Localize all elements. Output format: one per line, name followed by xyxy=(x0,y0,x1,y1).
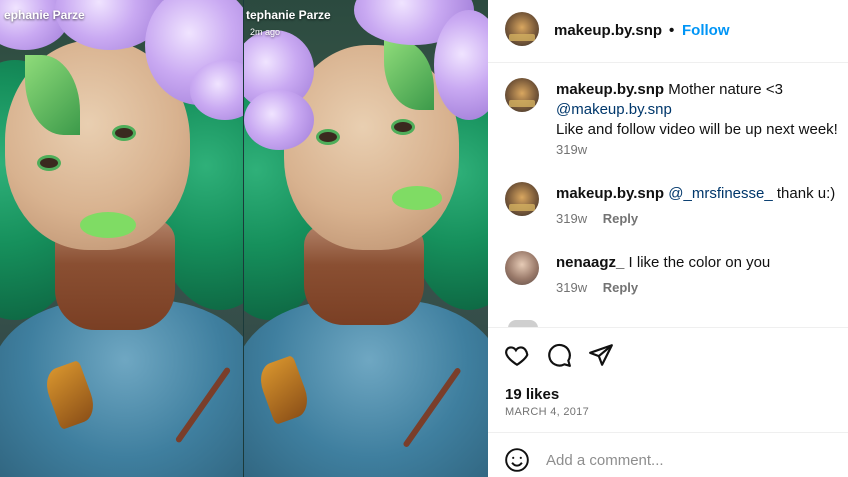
comment-meta: 319w Reply xyxy=(556,211,638,226)
comment-time[interactable]: 319w xyxy=(556,142,587,157)
comments-pane: makeup.by.snp • Follow makeup.by.snp Mot… xyxy=(488,0,848,477)
post-username[interactable]: makeup.by.snp xyxy=(554,22,662,39)
comment-meta: 319w Reply xyxy=(556,280,638,295)
post-date: MARCH 4, 2017 xyxy=(505,406,589,418)
snap-time: 2m ago xyxy=(250,27,281,37)
snap-photo-left: ephanie Parze xyxy=(0,0,243,477)
reply-button[interactable]: Reply xyxy=(603,211,638,226)
snap-caption-left: ephanie Parze xyxy=(4,8,85,22)
comment-meta: 319w xyxy=(556,142,587,157)
comment-text: makeup.by.snp @_mrsfinesse_ thank u:) xyxy=(556,184,846,204)
comment-username[interactable]: makeup.by.snp xyxy=(556,81,664,98)
divider xyxy=(488,432,848,433)
heart-icon[interactable] xyxy=(504,342,530,368)
avatar[interactable] xyxy=(505,182,539,216)
comment-username[interactable]: makeup.by.snp xyxy=(556,185,664,202)
emoji-icon[interactable] xyxy=(504,447,530,473)
post-header: makeup.by.snp • Follow xyxy=(488,0,848,63)
avatar[interactable] xyxy=(505,251,539,285)
comment-body-extra: Like and follow video will be up next we… xyxy=(556,121,838,138)
comment-body: thank u:) xyxy=(776,185,836,202)
snap-photo-right: tephanie Parze 2m ago xyxy=(244,0,488,477)
comment-time[interactable]: 319w xyxy=(556,280,587,295)
comment-text: nenaagz_ I like the color on you xyxy=(556,253,846,273)
comment-mention[interactable]: @_mrsfinesse_ xyxy=(668,185,772,202)
likes-count[interactable]: 19 likes xyxy=(505,386,559,403)
avatar[interactable] xyxy=(505,12,539,46)
divider xyxy=(488,327,848,328)
reply-button[interactable]: Reply xyxy=(603,280,638,295)
snap-caption-right: tephanie Parze xyxy=(246,8,331,22)
comment-mention[interactable]: @makeup.by.snp xyxy=(556,101,672,118)
post-media[interactable]: ephanie Parze tephanie Parze 2m ago xyxy=(0,0,488,477)
comment-body: I like the color on you xyxy=(628,254,771,271)
avatar[interactable] xyxy=(505,78,539,112)
share-icon[interactable] xyxy=(588,342,614,368)
comment-icon[interactable] xyxy=(546,342,572,368)
comment-username[interactable]: nenaagz_ xyxy=(556,254,624,271)
follow-button[interactable]: Follow xyxy=(682,22,730,39)
separator-dot: • xyxy=(669,22,675,39)
comment-text: makeup.by.snp Mother nature <3 @makeup.b… xyxy=(556,80,846,140)
comment-body: Mother nature <3 xyxy=(668,81,783,98)
comment-time[interactable]: 319w xyxy=(556,211,587,226)
comment-input[interactable] xyxy=(546,446,826,474)
